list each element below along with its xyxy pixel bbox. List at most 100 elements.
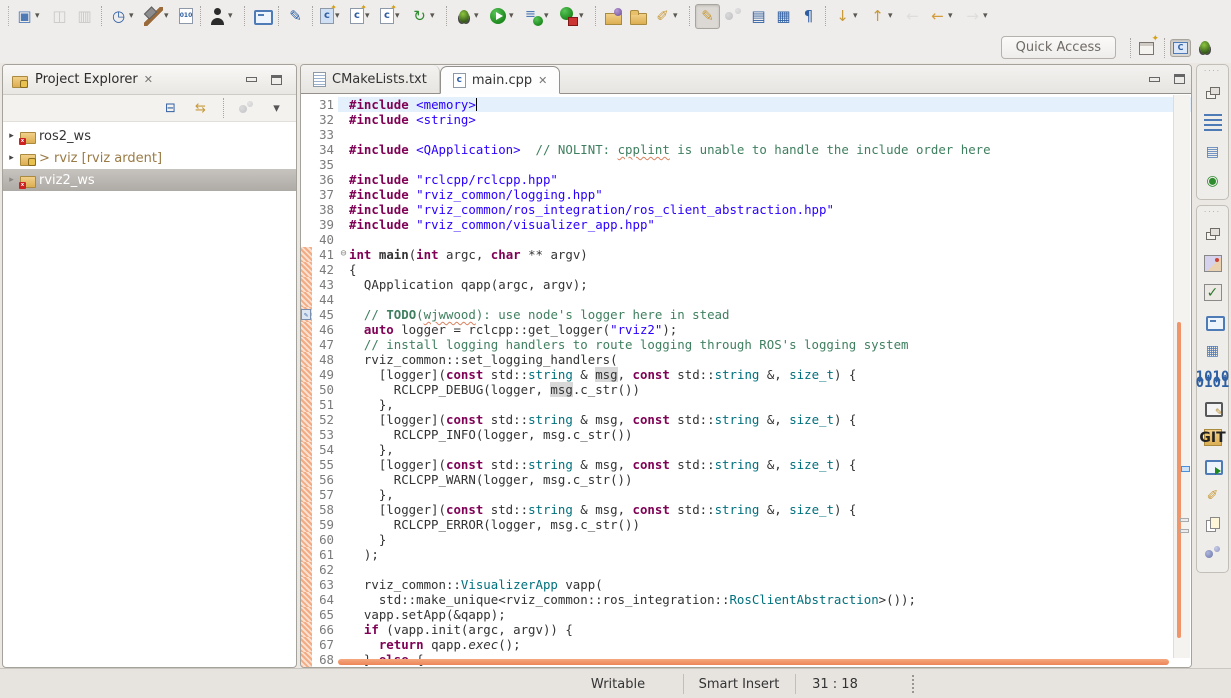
new-c-project-icon[interactable]: c [320,8,334,24]
diff-marker[interactable] [301,337,312,352]
pen-slash-icon[interactable]: ✎ [286,7,305,26]
image-view-icon[interactable] [1204,255,1222,272]
project-explorer-tab[interactable]: Project Explorer ✕ [11,72,246,88]
code-line-58[interactable]: 58 [logger](const std::string & msg, con… [301,502,1191,517]
code-line-48[interactable]: 48 rviz_common::set_logging_handlers( [301,352,1191,367]
build-hammer-icon[interactable] [144,7,163,26]
debug-shell-icon[interactable] [1204,458,1222,475]
diff-marker[interactable] [301,427,312,442]
marker-column[interactable] [301,157,312,172]
line-number[interactable]: 52 [312,412,338,427]
line-number[interactable]: 47 [312,337,338,352]
marker-pen-icon[interactable]: ✐ [653,7,672,26]
vertical-scrollbar[interactable] [1177,322,1181,638]
diff-marker[interactable] [301,562,312,577]
code-line-31[interactable]: 31#include <memory> [301,97,1191,112]
dropdown-arrow-icon[interactable]: ▾ [129,11,138,21]
line-number[interactable]: 64 [312,592,338,607]
marker-column[interactable] [301,202,312,217]
brush-icon[interactable]: ✐ [1204,487,1222,504]
code-line-66[interactable]: 66 if (vapp.init(argc, argv)) { [301,622,1191,637]
collapse-all-icon[interactable]: ⊟ [162,100,179,117]
clock-icon[interactable]: ◷ [109,7,128,26]
link-editor-icon[interactable]: ⇆ [192,100,209,117]
profile-icon[interactable] [559,7,578,26]
tree-item-ros2-ws[interactable]: ▸Cros2_ws [3,125,296,147]
code-line-42[interactable]: 42{ [301,262,1191,277]
tab-cmakelists[interactable]: CMakeLists.txt [301,65,440,93]
show-block-icon[interactable]: ▦ [774,7,793,26]
code-line-51[interactable]: 51 }, [301,397,1191,412]
code-line-45[interactable]: ✎45 // TODO(wjwwood): use node's logger … [301,307,1191,322]
line-number[interactable]: 44 [312,292,338,307]
diff-marker[interactable] [301,637,312,652]
overview-marker-gray[interactable] [1180,529,1189,533]
dropdown-arrow-icon[interactable]: ▾ [673,11,682,21]
line-number[interactable]: 35 [312,157,338,172]
code-line-34[interactable]: 34#include <QApplication> // NOLINT: cpp… [301,142,1191,157]
code-line-56[interactable]: 56 RCLCPP_WARN(logger, msg.c_str()) [301,472,1191,487]
code-line-37[interactable]: 37#include "rviz_common/logging.hpp" [301,187,1191,202]
code-line-32[interactable]: 32#include <string> [301,112,1191,127]
diff-marker[interactable] [301,607,312,622]
run-icon[interactable] [489,7,508,26]
line-number[interactable]: 48 [312,352,338,367]
line-number[interactable]: 33 [312,127,338,142]
line-number[interactable]: 61 [312,547,338,562]
dropdown-arrow-icon[interactable]: ▾ [228,11,237,21]
quick-access-button[interactable]: Quick Access [1001,36,1116,59]
highlight-occurrences-icon[interactable]: ✎ [698,7,717,26]
next-annotation-icon[interactable]: ↓ [833,7,852,26]
expand-arrow-icon[interactable]: ▸ [6,131,17,141]
open-resource-icon[interactable] [603,7,622,26]
line-number[interactable]: 49 [312,367,338,382]
diff-marker[interactable] [301,397,312,412]
dropdown-arrow-icon[interactable]: ▾ [853,11,862,21]
code-editor[interactable]: 31#include <memory>32#include <string>33… [301,94,1191,667]
line-number[interactable]: 53 [312,427,338,442]
close-icon[interactable]: ✕ [538,74,547,87]
line-number[interactable]: 66 [312,622,338,637]
line-number[interactable]: 40 [312,232,338,247]
status-drag-handle[interactable] [912,675,914,693]
diff-marker[interactable] [301,622,312,637]
diff-marker[interactable] [301,502,312,517]
line-number[interactable]: 59 [312,517,338,532]
run-history-icon[interactable] [524,7,543,26]
new-wizard-icon[interactable]: ▣ [15,7,34,26]
diff-marker[interactable] [301,367,312,382]
console-icon[interactable] [1204,313,1222,330]
line-number[interactable]: 45 [312,307,338,322]
line-number[interactable]: 34 [312,142,338,157]
line-number[interactable]: 67 [312,637,338,652]
restore-views-icon[interactable] [1204,226,1222,243]
view-menu-icon[interactable]: ▾ [268,100,285,117]
properties-icon[interactable]: ▦ [1204,342,1222,359]
diff-marker[interactable] [301,532,312,547]
line-number[interactable]: 41 [312,247,338,262]
cpp-perspective-icon[interactable]: C [1173,42,1188,54]
line-number[interactable]: 56 [312,472,338,487]
person-icon[interactable] [208,7,227,26]
code-line-52[interactable]: 52 [logger](const std::string & msg, con… [301,412,1191,427]
marker-column[interactable] [301,172,312,187]
marker-column[interactable] [301,112,312,127]
diff-marker[interactable] [301,652,312,667]
line-number[interactable]: 31 [312,97,338,112]
diff-marker[interactable] [301,292,312,307]
close-icon[interactable]: ✕ [144,73,153,86]
line-number[interactable]: 38 [312,202,338,217]
drag-handle[interactable]: ···· [1204,208,1221,216]
maximize-icon[interactable] [271,75,282,85]
open-perspective-icon[interactable] [1138,38,1157,57]
dropdown-arrow-icon[interactable]: ▾ [983,11,992,21]
diff-marker[interactable] [301,262,312,277]
marker-column[interactable] [301,127,312,142]
line-number[interactable]: 54 [312,442,338,457]
code-line-44[interactable]: 44 [301,292,1191,307]
expand-arrow-icon[interactable]: ▸ [6,153,17,163]
diff-marker[interactable] [301,382,312,397]
code-line-36[interactable]: 36#include "rclcpp/rclcpp.hpp" [301,172,1191,187]
diff-marker[interactable] [301,352,312,367]
marker-column[interactable] [301,97,312,112]
